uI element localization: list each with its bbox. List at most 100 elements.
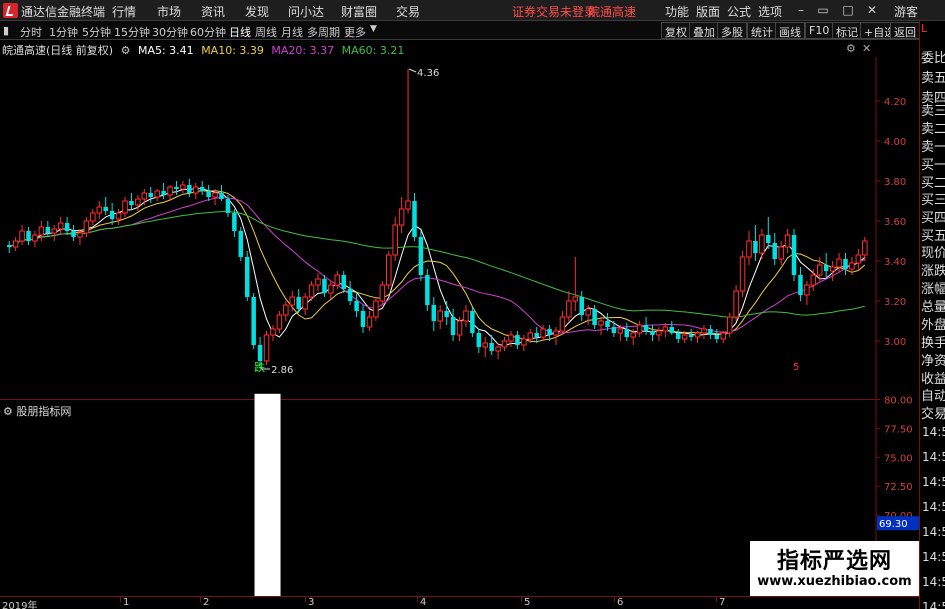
date-axis: 2019年 1 2 3 4 5 6 7: [0, 596, 919, 609]
candle: [122, 197, 128, 217]
candle: [798, 267, 803, 301]
login-notice[interactable]: 证券交易未登录: [512, 3, 596, 20]
quote-field-label[interactable]: 交易: [921, 403, 945, 422]
candle-body: [96, 206, 103, 214]
adjust-button[interactable]: 复权: [661, 22, 691, 39]
candle-body: [489, 343, 494, 351]
menu-item-formula[interactable]: 公式: [727, 3, 751, 20]
candle-body: [450, 317, 456, 335]
candle: [450, 309, 456, 341]
back-button[interactable]: 返回: [890, 22, 920, 39]
candle-body: [386, 254, 392, 286]
candle-body: [720, 332, 727, 340]
candle-body: [611, 327, 617, 333]
quote-field-label[interactable]: 自动: [921, 385, 945, 404]
more-chevron-icon[interactable]: ▼: [370, 24, 377, 34]
candle-body: [302, 296, 308, 310]
multi-stock-button[interactable]: 多股: [717, 22, 747, 39]
candle-body: [289, 296, 296, 306]
menu-item-assistant[interactable]: 问小达: [288, 3, 324, 20]
menu-item-options[interactable]: 选项: [758, 3, 782, 20]
minimize-icon[interactable]: –: [793, 2, 809, 18]
candle: [51, 225, 57, 241]
trade-time: 14:56: [922, 550, 945, 564]
period-tab-15min[interactable]: 15分钟: [114, 24, 150, 40]
period-tab-multi[interactable]: 多周期: [307, 24, 340, 40]
candle-body: [90, 212, 96, 222]
period-tab-daily[interactable]: 日线: [229, 24, 251, 40]
candle-body: [238, 231, 244, 257]
period-tab-60min[interactable]: 60分钟: [190, 24, 226, 40]
candle: [135, 195, 141, 211]
menu-item-wealth-circle[interactable]: 财富圈: [341, 3, 377, 20]
period-tab-intraday[interactable]: 分时: [20, 24, 42, 40]
menu-item-trade[interactable]: 交易: [396, 3, 420, 20]
candle-body: [547, 329, 552, 335]
y-tick-label: 4.20: [884, 97, 906, 108]
y-tick-label: 4.00: [884, 137, 906, 148]
draw-line-button[interactable]: 画线: [775, 22, 805, 39]
panel-settings-icon[interactable]: ⚙: [846, 42, 856, 55]
candle: [71, 225, 76, 241]
candle: [559, 311, 566, 335]
period-tab-more[interactable]: 更多: [344, 24, 366, 40]
candle-body: [392, 224, 398, 256]
candle: [650, 325, 655, 341]
candlestick-chart[interactable]: 4.20 4.00 3.80 3.60 3.40 3.20 3.00 4.36 2.86 跌 5: [0, 57, 919, 400]
menu-item-layout[interactable]: 版面: [696, 3, 720, 20]
period-tab-1min[interactable]: 1分钟: [49, 24, 78, 40]
period-tab-weekly[interactable]: 周线: [255, 24, 277, 40]
candle-body: [328, 284, 334, 294]
statistics-button[interactable]: 统计: [747, 22, 777, 39]
candle: [753, 225, 758, 261]
period-tab-30min[interactable]: 30分钟: [152, 24, 188, 40]
candle-body: [161, 191, 166, 195]
collapse-icon[interactable]: ▮: [3, 24, 9, 37]
candle-body: [232, 213, 237, 231]
candle-body: [624, 329, 630, 337]
candle-body: [251, 297, 256, 345]
candle: [148, 187, 153, 203]
period-tab-monthly[interactable]: 月线: [281, 24, 303, 40]
menu-item-quotes[interactable]: 行情: [112, 3, 136, 20]
candle-body: [534, 333, 539, 337]
restore-icon[interactable]: ▭: [815, 2, 831, 18]
candle: [398, 197, 405, 233]
settings-gear-icon[interactable]: ⚙: [121, 44, 131, 57]
f10-button[interactable]: F10: [805, 22, 834, 39]
candle: [238, 227, 244, 261]
menu-item-discover[interactable]: 发现: [245, 3, 269, 20]
candle-body: [26, 231, 31, 241]
candle-body: [315, 278, 321, 286]
menu-item-market[interactable]: 市场: [157, 3, 181, 20]
candle-body: [540, 328, 546, 338]
overlay-button[interactable]: 叠加: [689, 22, 719, 39]
candle: [244, 251, 250, 301]
candle-body: [675, 333, 681, 339]
candle-body: [810, 274, 817, 286]
candle: [315, 273, 321, 291]
period-tab-5min[interactable]: 5分钟: [82, 24, 111, 40]
menu-item-news[interactable]: 资讯: [201, 3, 225, 20]
menu-item-functions[interactable]: 功能: [665, 3, 689, 20]
candle: [759, 229, 765, 259]
maximize-icon[interactable]: □: [840, 2, 856, 18]
candle-body: [495, 346, 501, 352]
mark-button[interactable]: 标记: [832, 22, 862, 39]
user-guest[interactable]: 游客: [894, 3, 918, 20]
candle: [366, 311, 373, 331]
candle-body: [849, 262, 855, 270]
candle-body: [527, 332, 534, 340]
candle-body: [45, 227, 51, 233]
close-icon[interactable]: ✕: [864, 2, 880, 18]
candle: [270, 325, 276, 341]
app-logo-icon: [3, 3, 18, 18]
high-label: 4.36: [417, 68, 439, 79]
quote-field-label: 委比: [921, 51, 945, 66]
panel-close-icon[interactable]: ✕: [862, 42, 871, 55]
candle-body: [83, 220, 90, 234]
x-tick: [120, 597, 121, 602]
candle-body: [553, 330, 559, 336]
candle-body: [508, 334, 514, 342]
panel-corner-label[interactable]: L: [921, 22, 927, 35]
